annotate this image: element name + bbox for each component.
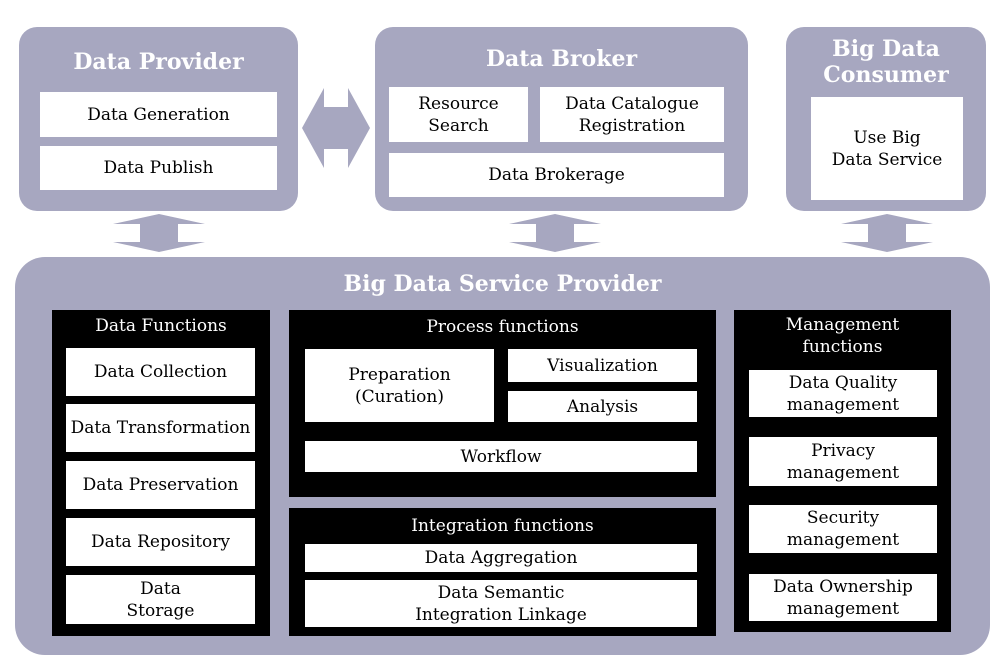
visualization-box: Visualization: [508, 349, 697, 382]
vertical-double-arrow-icon: [509, 214, 601, 252]
privacy-management-box: Privacy management: [749, 437, 937, 486]
data-provider-title: Data Provider: [73, 49, 244, 75]
data-generation-box: Data Generation: [40, 92, 277, 137]
consumer-panel: Big Data Consumer Use Big Data Service: [786, 27, 986, 211]
data-functions-title: Data Functions: [95, 316, 227, 336]
resource-search-box: Resource Search: [389, 87, 528, 142]
preparation-box: Preparation (Curation): [305, 349, 494, 422]
data-aggregation-box: Data Aggregation: [305, 544, 697, 572]
management-functions-box: Management functions Data Quality manage…: [734, 310, 951, 632]
horizontal-double-arrow-icon: [302, 88, 370, 168]
data-broker-title: Data Broker: [485, 46, 638, 72]
data-quality-management-box: Data Quality management: [749, 370, 937, 417]
data-collection-box: Data Collection: [66, 348, 255, 396]
process-functions-box: Process functions Preparation (Curation)…: [289, 310, 716, 497]
data-publish-box: Data Publish: [40, 146, 277, 190]
data-brokerage-box: Data Brokerage: [389, 153, 724, 197]
consumer-title: Big Data Consumer: [823, 36, 949, 88]
data-catalogue-registration-box: Data Catalogue Registration: [540, 87, 724, 142]
security-management-box: Security management: [749, 505, 937, 553]
vertical-double-arrow-icon: [841, 214, 933, 252]
data-transformation-box: Data Transformation: [66, 404, 255, 452]
integration-functions-title: Integration functions: [411, 516, 594, 536]
workflow-box: Workflow: [305, 441, 697, 472]
service-provider-title: Big Data Service Provider: [343, 271, 662, 297]
data-functions-box: Data Functions Data Collection Data Tran…: [52, 310, 270, 636]
data-broker-panel: Data Broker Resource Search Data Catalog…: [375, 27, 748, 211]
integration-functions-box: Integration functions Data Aggregation D…: [289, 508, 716, 636]
diagram: Data Provider Data Generation Data Publi…: [0, 0, 1007, 663]
analysis-box: Analysis: [508, 391, 697, 422]
management-functions-title: Management functions: [785, 315, 900, 357]
process-functions-title: Process functions: [426, 317, 579, 337]
data-preservation-box: Data Preservation: [66, 461, 255, 509]
use-big-data-service-box: Use Big Data Service: [811, 97, 963, 200]
data-ownership-management-box: Data Ownership management: [749, 574, 937, 621]
data-provider-panel: Data Provider Data Generation Data Publi…: [19, 27, 298, 211]
data-semantic-integration-box: Data Semantic Integration Linkage: [305, 580, 697, 627]
vertical-double-arrow-icon: [113, 214, 205, 252]
data-repository-box: Data Repository: [66, 518, 255, 566]
data-storage-box: Data Storage: [66, 575, 255, 624]
